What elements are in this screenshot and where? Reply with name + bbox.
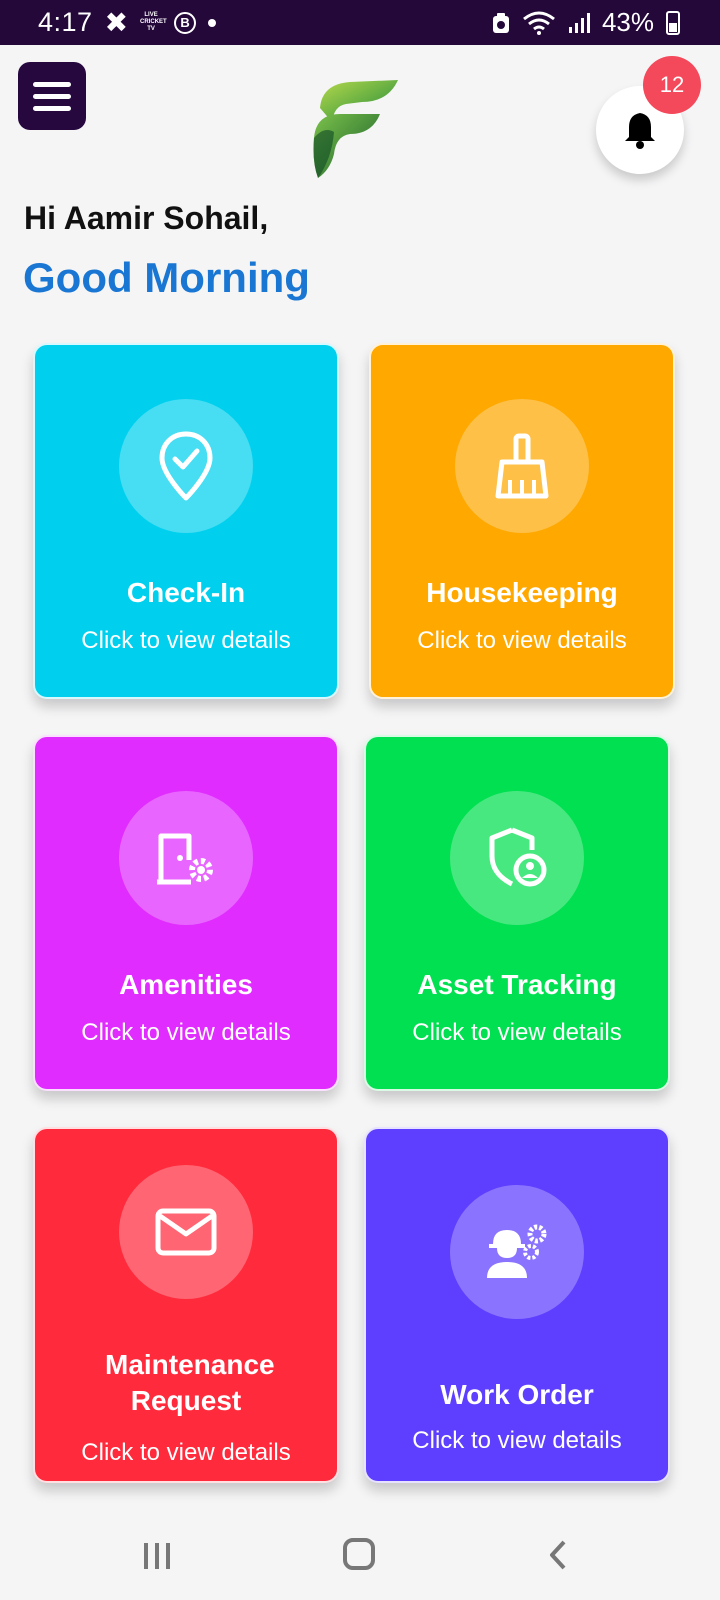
menu-button[interactable] [18,62,86,130]
card-housekeeping[interactable]: Housekeeping Click to view details [369,343,675,699]
status-right: 43% [492,7,680,38]
status-bar: 4:17 ✖ LIVE CRICKET TV B 43% [0,0,720,45]
card-maintenance-request[interactable]: Maintenance Request Click to view detail… [33,1127,339,1483]
app-logo [313,80,398,178]
card-title: Housekeeping [426,577,618,608]
notification-count-badge: 12 [643,56,701,114]
card-subtitle: Click to view details [81,627,291,654]
card-subtitle: Click to view details [417,627,627,654]
card-subtitle: Click to view details [412,1427,622,1454]
shield-user-icon [489,827,547,887]
notification-dot-icon [208,18,217,27]
card-check-in[interactable]: Check-In Click to view details [33,343,339,699]
card-asset-tracking[interactable]: Asset Tracking Click to view details [364,735,670,1091]
back-button[interactable] [548,1540,568,1570]
bell-icon [625,113,655,149]
card-subtitle: Click to view details [81,1439,291,1466]
greeting-name: Hi Aamir Sohail, [24,200,269,236]
recent-apps-button[interactable] [143,1542,171,1570]
status-left: 4:17 ✖ LIVE CRICKET TV B [38,6,217,38]
livetv-icon: LIVE CRICKET TV [140,12,167,32]
greeting-time-of-day: Good Morning [23,254,310,301]
card-title: Maintenance Request [105,1349,275,1416]
card-subtitle: Click to view details [81,1019,291,1046]
x-app-icon: ✖ [104,6,129,38]
broom-icon [495,433,549,499]
status-time: 4:17 [38,7,93,37]
b-app-icon: B [174,11,197,34]
location-check-icon [159,431,213,501]
card-title: Check-In [126,577,246,608]
wifi-icon [523,11,555,35]
battery-icon [666,10,680,35]
card-amenities[interactable]: Amenities Click to view details [33,735,339,1091]
card-title: Work Order [440,1379,594,1410]
envelope-icon [155,1208,217,1256]
worker-gears-icon [487,1224,547,1278]
card-work-order[interactable]: Work Order Click to view details [364,1127,670,1483]
battery-percent: 43% [601,7,654,37]
signal-icon [568,12,590,33]
home-button[interactable] [343,1538,375,1570]
recycle-icon [492,12,509,33]
card-subtitle: Click to view details [412,1019,622,1046]
door-gear-icon [157,833,213,885]
card-title: Amenities [119,969,253,1000]
card-title: Asset Tracking [417,969,617,1000]
hamburger-icon [33,81,71,87]
